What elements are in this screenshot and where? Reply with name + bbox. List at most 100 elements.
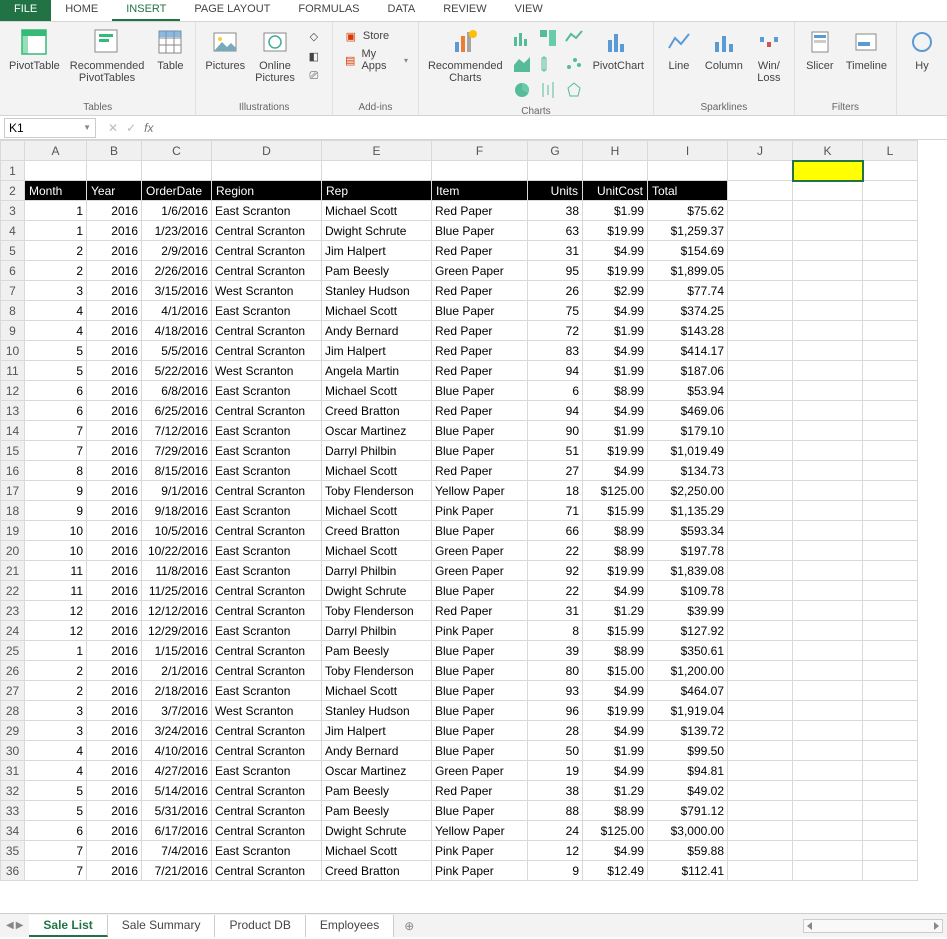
- cell-A3[interactable]: 1: [25, 201, 87, 221]
- cell-H33[interactable]: $8.99: [583, 801, 648, 821]
- cell-A22[interactable]: 11: [25, 581, 87, 601]
- fx-icon[interactable]: fx: [144, 121, 153, 135]
- cell-F22[interactable]: Blue Paper: [432, 581, 528, 601]
- radar-chart-button[interactable]: [562, 78, 586, 102]
- col-header-D[interactable]: D: [212, 141, 322, 161]
- cell-J26[interactable]: [728, 661, 793, 681]
- cell-I21[interactable]: $1,839.08: [648, 561, 728, 581]
- cell-F35[interactable]: Pink Paper: [432, 841, 528, 861]
- cell-F13[interactable]: Red Paper: [432, 401, 528, 421]
- cell-J1[interactable]: [728, 161, 793, 181]
- spreadsheet-grid[interactable]: ABCDEFGHIJKL12MonthYearOrderDateRegionRe…: [0, 140, 947, 913]
- cell-A6[interactable]: 2: [25, 261, 87, 281]
- cell-H28[interactable]: $19.99: [583, 701, 648, 721]
- cell-J20[interactable]: [728, 541, 793, 561]
- tab-review[interactable]: REVIEW: [429, 0, 500, 21]
- cell-K17[interactable]: [793, 481, 863, 501]
- cell-J8[interactable]: [728, 301, 793, 321]
- cell-L3[interactable]: [863, 201, 918, 221]
- cell-H5[interactable]: $4.99: [583, 241, 648, 261]
- cell-D26[interactable]: Central Scranton: [212, 661, 322, 681]
- cell-C20[interactable]: 10/22/2016: [142, 541, 212, 561]
- cell-L28[interactable]: [863, 701, 918, 721]
- cell-H32[interactable]: $1.29: [583, 781, 648, 801]
- cell-B27[interactable]: 2016: [87, 681, 142, 701]
- cell-L11[interactable]: [863, 361, 918, 381]
- cell-I17[interactable]: $2,250.00: [648, 481, 728, 501]
- row-header-17[interactable]: 17: [1, 481, 25, 501]
- cell-A10[interactable]: 5: [25, 341, 87, 361]
- col-header-L[interactable]: L: [863, 141, 918, 161]
- cell-H25[interactable]: $8.99: [583, 641, 648, 661]
- cell-C34[interactable]: 6/17/2016: [142, 821, 212, 841]
- cell-B3[interactable]: 2016: [87, 201, 142, 221]
- cell-E1[interactable]: [322, 161, 432, 181]
- cell-E27[interactable]: Michael Scott: [322, 681, 432, 701]
- cell-E21[interactable]: Darryl Philbin: [322, 561, 432, 581]
- cell-G29[interactable]: 28: [528, 721, 583, 741]
- select-all-corner[interactable]: [1, 141, 25, 161]
- shapes-button[interactable]: ◇: [306, 26, 322, 46]
- row-header-16[interactable]: 16: [1, 461, 25, 481]
- cell-B5[interactable]: 2016: [87, 241, 142, 261]
- cell-H8[interactable]: $4.99: [583, 301, 648, 321]
- cell-F28[interactable]: Blue Paper: [432, 701, 528, 721]
- recommended-charts-button[interactable]: Recommended Charts: [423, 24, 508, 86]
- cell-C11[interactable]: 5/22/2016: [142, 361, 212, 381]
- cell-F30[interactable]: Blue Paper: [432, 741, 528, 761]
- cell-L31[interactable]: [863, 761, 918, 781]
- cell-L7[interactable]: [863, 281, 918, 301]
- cell-L21[interactable]: [863, 561, 918, 581]
- cell-L27[interactable]: [863, 681, 918, 701]
- cell-D12[interactable]: East Scranton: [212, 381, 322, 401]
- cell-I32[interactable]: $49.02: [648, 781, 728, 801]
- cell-C6[interactable]: 2/26/2016: [142, 261, 212, 281]
- row-header-27[interactable]: 27: [1, 681, 25, 701]
- row-header-26[interactable]: 26: [1, 661, 25, 681]
- cell-H4[interactable]: $19.99: [583, 221, 648, 241]
- cell-B34[interactable]: 2016: [87, 821, 142, 841]
- cell-B32[interactable]: 2016: [87, 781, 142, 801]
- area-chart-button[interactable]: [510, 52, 534, 76]
- cell-C12[interactable]: 6/8/2016: [142, 381, 212, 401]
- cell-A14[interactable]: 7: [25, 421, 87, 441]
- cell-H23[interactable]: $1.29: [583, 601, 648, 621]
- cell-B10[interactable]: 2016: [87, 341, 142, 361]
- myapps-button[interactable]: ▤My Apps ▾: [343, 46, 408, 74]
- cell-L16[interactable]: [863, 461, 918, 481]
- cell-E3[interactable]: Michael Scott: [322, 201, 432, 221]
- cell-H21[interactable]: $19.99: [583, 561, 648, 581]
- cell-D36[interactable]: Central Scranton: [212, 861, 322, 881]
- cell-J21[interactable]: [728, 561, 793, 581]
- cell-L25[interactable]: [863, 641, 918, 661]
- cell-J18[interactable]: [728, 501, 793, 521]
- cell-H11[interactable]: $1.99: [583, 361, 648, 381]
- cell-K19[interactable]: [793, 521, 863, 541]
- cell-I3[interactable]: $75.62: [648, 201, 728, 221]
- row-header-10[interactable]: 10: [1, 341, 25, 361]
- cell-B31[interactable]: 2016: [87, 761, 142, 781]
- cell-C18[interactable]: 9/18/2016: [142, 501, 212, 521]
- cell-F11[interactable]: Red Paper: [432, 361, 528, 381]
- cell-G15[interactable]: 51: [528, 441, 583, 461]
- cell-K9[interactable]: [793, 321, 863, 341]
- cell-F14[interactable]: Blue Paper: [432, 421, 528, 441]
- cell-G3[interactable]: 38: [528, 201, 583, 221]
- cell-B8[interactable]: 2016: [87, 301, 142, 321]
- cell-H26[interactable]: $15.00: [583, 661, 648, 681]
- cell-E19[interactable]: Creed Bratton: [322, 521, 432, 541]
- cell-I31[interactable]: $94.81: [648, 761, 728, 781]
- cell-F34[interactable]: Yellow Paper: [432, 821, 528, 841]
- pie-chart-button[interactable]: [510, 78, 534, 102]
- cell-C13[interactable]: 6/25/2016: [142, 401, 212, 421]
- cell-C28[interactable]: 3/7/2016: [142, 701, 212, 721]
- cell-G17[interactable]: 18: [528, 481, 583, 501]
- cell-I7[interactable]: $77.74: [648, 281, 728, 301]
- cell-C30[interactable]: 4/10/2016: [142, 741, 212, 761]
- pivottable-button[interactable]: PivotTable: [4, 24, 65, 74]
- cell-H17[interactable]: $125.00: [583, 481, 648, 501]
- cell-E25[interactable]: Pam Beesly: [322, 641, 432, 661]
- col-header-J[interactable]: J: [728, 141, 793, 161]
- cell-L32[interactable]: [863, 781, 918, 801]
- cell-C31[interactable]: 4/27/2016: [142, 761, 212, 781]
